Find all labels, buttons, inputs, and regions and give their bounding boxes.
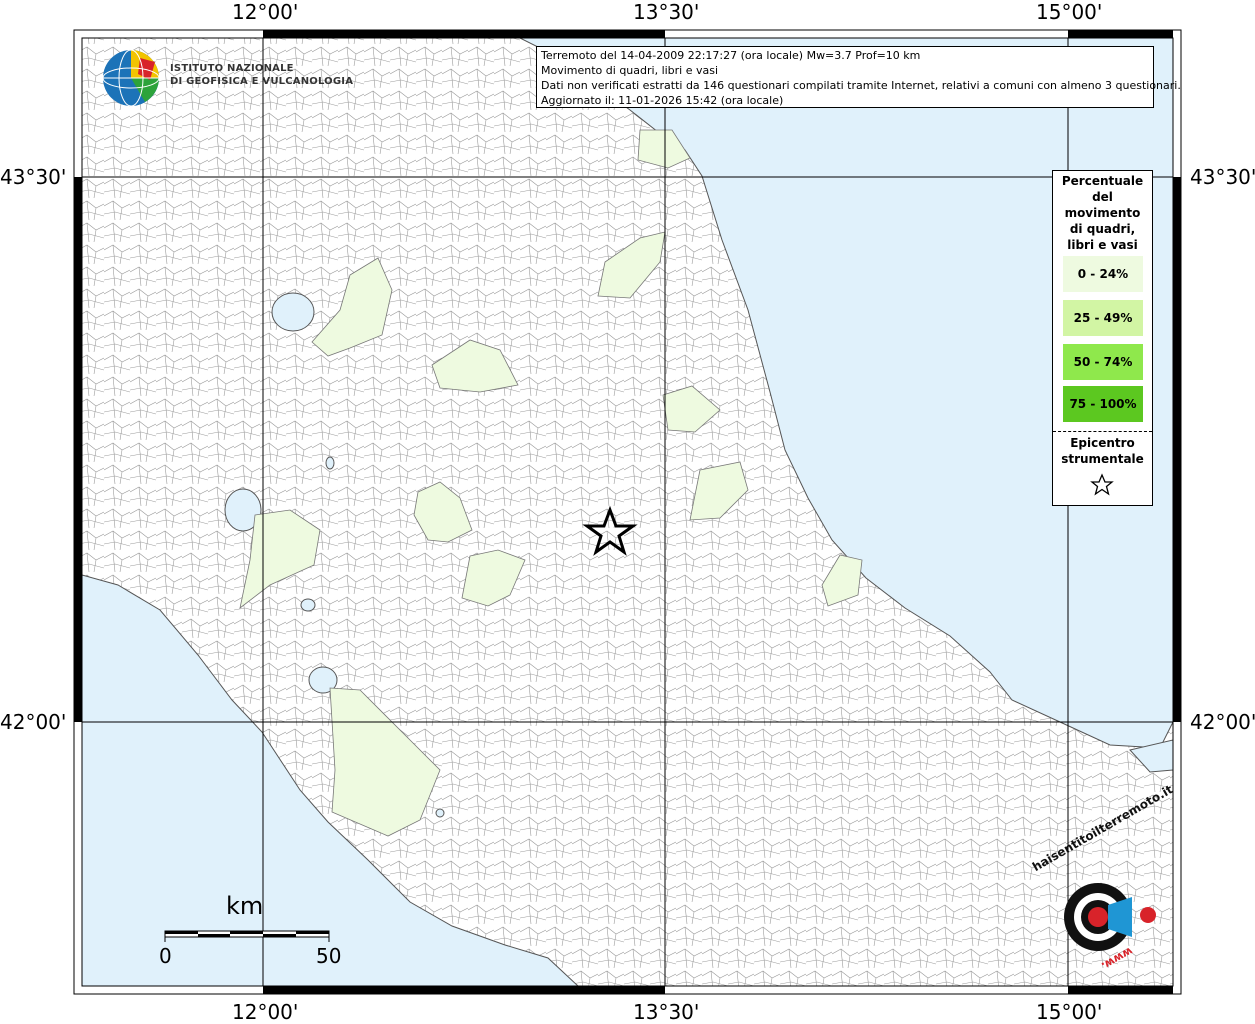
scale-start: 0 — [159, 944, 172, 968]
legend-class-75-100: 75 - 100% — [1063, 386, 1143, 422]
grid-label-left-1: 43°30' — [0, 165, 67, 189]
grid-label-right-2: 42°00' — [1190, 710, 1255, 734]
ingv-logo-line2: DI GEOFISICA E VULCANOLOGIA — [170, 76, 354, 87]
lake-small-3 — [435, 808, 445, 818]
grid-label-bottom-1: 12°00' — [232, 1000, 299, 1024]
legend-title-line1: Percentuale — [1061, 174, 1144, 188]
legend-divider — [1053, 431, 1152, 432]
grid-label-top-1: 12°00' — [232, 0, 299, 24]
event-subtitle: Movimento di quadri, libri e vasi — [541, 64, 719, 77]
legend-epicenter-title: Epicentro strumentale — [1053, 435, 1152, 467]
event-updated: Aggiornato il: 11-01-2026 15:42 (ora loc… — [541, 94, 784, 107]
scale-unit: km — [226, 892, 264, 920]
legend-class-25-49: 25 - 49% — [1063, 300, 1143, 336]
ingv-logo-text: ISTITUTO NAZIONALE DI GEOFISICA E VULCAN… — [170, 62, 353, 88]
legend-epicenter-line1: Epicentro — [1070, 436, 1135, 450]
legend: Percentuale del movimento di quadri, lib… — [1052, 170, 1153, 506]
grid-label-right-1: 43°30' — [1190, 165, 1255, 189]
legend-title-line5: libri e vasi — [1067, 238, 1138, 252]
legend-epicenter-line2: strumentale — [1061, 452, 1144, 466]
legend-title: Percentuale del movimento di quadri, lib… — [1053, 173, 1152, 253]
grid-label-bottom-2: 13°30' — [633, 1000, 700, 1024]
intensity-map — [73, 29, 1182, 995]
legend-title-line2: del — [1092, 190, 1113, 204]
lake-small-1 — [325, 456, 335, 470]
scale-end: 50 — [316, 944, 342, 968]
ingv-logo-icon — [102, 49, 160, 107]
grid-label-top-3: 15°00' — [1036, 0, 1103, 24]
grid-label-top-2: 13°30' — [633, 0, 700, 24]
legend-class-0-24: 0 - 24% — [1063, 256, 1143, 292]
lake-small-2 — [300, 598, 316, 612]
legend-star-icon — [1090, 473, 1114, 496]
event-info-box: Terremoto del 14-04-2009 22:17:27 (ora l… — [536, 46, 1181, 108]
ingv-logo-line1: ISTITUTO NAZIONALE — [170, 63, 294, 74]
legend-title-line3: movimento — [1064, 206, 1141, 220]
lake-trasimeno — [271, 292, 315, 332]
grid-label-left-2: 42°00' — [0, 710, 67, 734]
event-title: Terremoto del 14-04-2009 22:17:27 (ora l… — [541, 49, 921, 62]
grid-label-bottom-3: 15°00' — [1036, 1000, 1103, 1024]
event-data-note: Dati non verificati estratti da 146 ques… — [541, 79, 1181, 92]
legend-class-50-74: 50 - 74% — [1063, 344, 1143, 380]
legend-title-line4: di quadri, — [1069, 222, 1136, 236]
